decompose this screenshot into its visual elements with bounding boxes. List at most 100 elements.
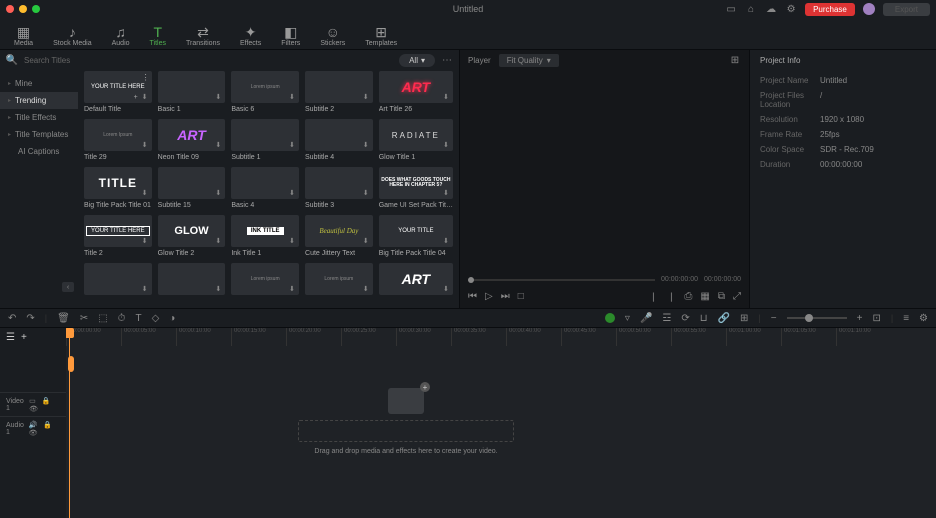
title-card[interactable]: RADIATE⬇Glow Title 1 [379,119,453,161]
title-card[interactable]: YOUR TITLE HERE⬇Title 2 [84,215,152,257]
export-button[interactable]: Export [883,3,930,16]
search-input[interactable]: Search Titles [24,56,393,65]
timeline-dropzone[interactable]: Drag and drop media and effects here to … [298,388,514,455]
download-icon[interactable]: ⬇ [443,141,451,149]
download-icon[interactable]: ⬇ [215,237,223,245]
download-icon[interactable]: ⬇ [289,189,297,197]
add-track-icon[interactable]: + [21,332,27,343]
quality-dropdown[interactable]: Fit Quality ▾ [499,54,559,67]
prev-frame-icon[interactable]: ⏮ [468,291,477,302]
collapse-browser-button[interactable]: ‹ [62,282,74,292]
title-card[interactable]: Lorem Ipsum⬇Title 29 [84,119,152,161]
download-icon[interactable]: ⬇ [363,93,371,101]
download-icon[interactable]: ⬇ [443,189,451,197]
save-icon[interactable]: ▭ [725,3,737,15]
zoom-out-icon[interactable]: − [771,313,777,324]
filter-dropdown[interactable]: All ▾ [399,54,435,67]
title-card[interactable]: Beautiful Day⬇Cute Jittery Text [305,215,373,257]
keyframe-icon[interactable]: ◇ [152,313,160,324]
tab-effects[interactable]: ✦Effects [236,22,265,49]
download-icon[interactable]: ⬇ [363,237,371,245]
zoom-fit-icon[interactable]: ⊡ [872,313,880,324]
tab-filters[interactable]: ◧Filters [277,22,304,49]
title-card[interactable]: ART⬇Art Title 26 [379,71,453,113]
title-card[interactable]: ⬇Subtitle 3 [305,167,373,209]
download-icon[interactable]: ⬇ [289,237,297,245]
crop-icon[interactable]: ⬚ [98,313,107,324]
title-card[interactable]: ⬇Subtitle 4 [305,119,373,161]
mark-in-icon[interactable]: 丨 [648,289,658,304]
color-icon[interactable]: ◑ [169,313,175,324]
preview-scrubber[interactable] [468,279,655,281]
title-card[interactable]: INK TITLE⬇Ink Title 1 [231,215,299,257]
title-card[interactable]: ART⬇Neon Title 09 [158,119,226,161]
fullscreen-window-button[interactable] [32,5,40,13]
sidebar-item-trending[interactable]: Trending [0,92,78,109]
download-icon[interactable]: ⬇ [363,189,371,197]
tab-titles[interactable]: TTitles [146,22,170,49]
download-icon[interactable]: ⬇ [142,285,150,293]
download-icon[interactable]: ⬇ [443,237,451,245]
timeline-ruler[interactable]: 00:00:00:0000:00:05:0000:00:10:0000:00:1… [66,328,936,346]
avatar[interactable] [863,3,875,15]
title-card[interactable]: ⬇Basic 4 [231,167,299,209]
stop-icon[interactable]: □ [518,291,524,302]
title-card[interactable]: Lorem ipsum⬇Basic 6 [231,71,299,113]
minimize-window-button[interactable] [19,5,27,13]
title-card[interactable]: Lorem ipsum⬇ [305,263,373,298]
voiceover-icon[interactable]: 🎤 [640,313,652,324]
download-icon[interactable]: ⬇ [289,285,297,293]
tab-stickers[interactable]: ☺Stickers [316,22,349,49]
download-icon[interactable]: ⬇ [142,237,150,245]
preview-tab[interactable]: Player [468,56,491,65]
fullscreen-icon[interactable]: ⤢ [733,291,741,302]
record-button[interactable] [605,313,615,323]
preview-canvas[interactable] [460,71,749,274]
download-icon[interactable]: ⬇ [443,93,451,101]
title-card[interactable]: YOUR TITLE HERE⬇⋮+Default Title [84,71,152,113]
track-header[interactable]: Audio 1🔊 🔒 👁 [0,416,66,440]
download-icon[interactable]: ⬇ [215,93,223,101]
play-icon[interactable]: ▷ [485,291,493,302]
purchase-button[interactable]: Purchase [805,3,855,16]
snapshot-icon[interactable]: ⎙ [684,291,692,302]
settings-icon[interactable]: ⚙ [785,3,797,15]
more-icon[interactable]: ⋯ [441,55,453,67]
next-frame-icon[interactable]: ⏭ [501,291,510,302]
download-icon[interactable]: ⬇ [363,141,371,149]
download-icon[interactable]: ⬇ [215,141,223,149]
download-icon[interactable]: ⬇ [215,285,223,293]
preview-settings-icon[interactable]: ⊞ [729,55,741,67]
download-icon[interactable]: ⬇ [289,93,297,101]
title-card[interactable]: ⬇Basic 1 [158,71,226,113]
title-card[interactable]: YOUR TITLE⬇Big Title Pack Title 04 [379,215,453,257]
link-icon[interactable]: 🔗 [718,313,730,324]
text-icon[interactable]: T [135,313,141,324]
download-icon[interactable]: ⬇ [289,141,297,149]
title-card[interactable]: ⬇ [84,263,152,298]
group-icon[interactable]: ⊞ [740,313,748,324]
mark-out-icon[interactable]: 丨 [666,289,676,304]
download-icon[interactable]: ⬇ [363,285,371,293]
download-icon[interactable]: ⬇ [142,189,150,197]
title-card[interactable]: ART⬇ [379,263,453,298]
download-icon[interactable]: ⬇ [443,285,451,293]
sidebar-item-title-effects[interactable]: Title Effects [0,109,78,126]
tab-stock-media[interactable]: ♪Stock Media [49,22,96,49]
tab-transitions[interactable]: ⇄Transitions [182,22,224,49]
track-size-icon[interactable]: ≡ [903,313,909,324]
tab-media[interactable]: ▦Media [10,22,37,49]
download-icon[interactable]: ⬇ [142,141,150,149]
redo-icon[interactable]: ↷ [26,313,34,324]
playhead[interactable] [69,328,70,518]
title-card[interactable]: ⬇Subtitle 15 [158,167,226,209]
undo-icon[interactable]: ↶ [8,313,16,324]
close-window-button[interactable] [6,5,14,13]
title-card[interactable]: TITLE⬇Big Title Pack Title 01 [84,167,152,209]
sidebar-item-mine[interactable]: Mine [0,75,78,92]
track-header[interactable]: Video 1▭ 🔒 👁 [0,392,66,416]
magnet-icon[interactable]: ⊔ [700,313,708,324]
title-card[interactable]: ⬇ [158,263,226,298]
delete-icon[interactable]: 🗑 [57,313,70,324]
compare-icon[interactable]: ⧉ [718,291,725,302]
